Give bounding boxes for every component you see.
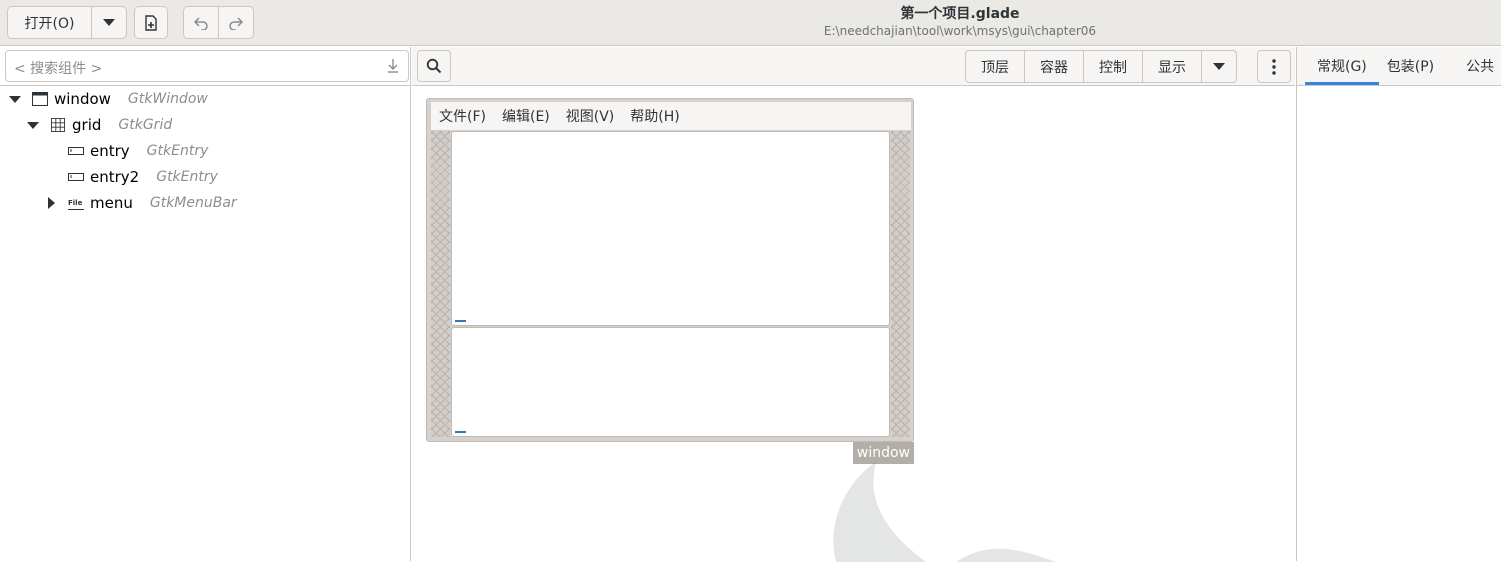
tree-row-entry[interactable]: entry GtkEntry: [60, 138, 208, 164]
tree-name: window: [54, 90, 111, 108]
tree-class: GtkEntry: [156, 169, 218, 185]
search-icon: [426, 58, 442, 74]
property-tabs: 常规(G) 包装(P) 公共: [1297, 47, 1501, 86]
tab-packing[interactable]: 包装(P): [1379, 47, 1446, 85]
expander-down-icon[interactable]: [8, 92, 22, 106]
property-panel: 常规(G) 包装(P) 公共: [1296, 47, 1501, 561]
menu-file[interactable]: 文件(F): [431, 106, 494, 126]
vertical-dots-icon: [1272, 58, 1276, 75]
tree-class: GtkMenuBar: [149, 195, 237, 211]
tree-name: entry2: [90, 168, 140, 186]
open-button[interactable]: 打开(O): [7, 6, 92, 39]
entry-icon: [68, 147, 84, 155]
palette-display-button[interactable]: 显示: [1143, 50, 1202, 83]
design-window[interactable]: 文件(F) 编辑(E) 视图(V) 帮助(H) window: [426, 98, 914, 464]
tree-row-entry2[interactable]: entry2 GtkEntry: [60, 164, 218, 190]
palette-containers-button[interactable]: 容器: [1025, 50, 1084, 83]
tree-name: menu: [90, 194, 133, 212]
open-recent-dropdown[interactable]: [91, 6, 127, 39]
tree-name: entry: [90, 142, 130, 160]
menu-help[interactable]: 帮助(H): [622, 106, 687, 126]
redo-button[interactable]: [218, 6, 254, 39]
tab-common[interactable]: 公共: [1446, 47, 1501, 85]
undo-button[interactable]: [183, 6, 219, 39]
tree-class: GtkEntry: [146, 143, 209, 159]
palette-search-button[interactable]: [417, 50, 451, 82]
design-entry2[interactable]: [451, 327, 890, 437]
open-button-label: 打开(O): [24, 15, 75, 32]
palette-toplevels-button[interactable]: 顶层: [965, 50, 1025, 83]
grid-placeholder-left[interactable]: [431, 131, 450, 437]
grid-icon: [51, 118, 65, 132]
grid-placeholder-right[interactable]: [891, 131, 910, 437]
menu-edit[interactable]: 编辑(E): [494, 106, 558, 126]
text-cursor: [455, 320, 466, 322]
new-project-button[interactable]: [134, 6, 168, 39]
widget-tree-panel: < 搜索组件 > window GtkWindow grid GtkGrid e…: [0, 47, 411, 561]
palette-label: 控制: [1099, 59, 1127, 76]
palette-group: 顶层 容器 控制 显示: [965, 50, 1237, 83]
redo-icon: [229, 16, 244, 30]
tree-class: GtkWindow: [127, 91, 208, 107]
palette-label: 顶层: [981, 59, 1009, 76]
expander-right-icon[interactable]: [44, 196, 58, 210]
tab-label: 包装(P): [1386, 59, 1435, 75]
palette-more-dropdown[interactable]: [1202, 50, 1237, 83]
tab-label: 常规(G): [1317, 59, 1367, 75]
tab-general[interactable]: 常规(G): [1297, 47, 1379, 85]
palette-label: 显示: [1158, 59, 1186, 76]
glade-watermark-icon: [833, 462, 1056, 562]
design-window-name-tag: window: [852, 442, 914, 464]
window-title: 第一个项目.glade E:\needchajian\tool\work\msy…: [760, 6, 1160, 39]
design-entry[interactable]: [451, 131, 890, 326]
find-down-icon[interactable]: [384, 57, 402, 75]
design-workspace: 顶层 容器 控制 显示 文件(F) 编辑(E) 视图(V) 帮助(H) wind…: [412, 47, 1295, 562]
tree-row-grid[interactable]: grid GtkGrid: [26, 112, 172, 138]
entry-icon: [68, 173, 84, 181]
tab-label: 公共: [1466, 59, 1495, 75]
menubar-icon: File: [68, 196, 84, 210]
palette-control-button[interactable]: 控制: [1084, 50, 1143, 83]
palette-label: 容器: [1040, 59, 1068, 76]
tree-row-menu[interactable]: File menu GtkMenuBar: [44, 190, 237, 216]
text-cursor: [455, 431, 466, 433]
palette-toolbar: 顶层 容器 控制 显示: [412, 47, 1295, 86]
chevron-down-icon: [1213, 63, 1225, 70]
new-document-icon: [145, 14, 157, 31]
undo-icon: [193, 16, 208, 30]
project-title: 第一个项目.glade: [900, 6, 1020, 22]
menu-view[interactable]: 视图(V): [558, 106, 623, 126]
widget-search-placeholder: < 搜索组件 >: [14, 61, 103, 77]
tree-name: grid: [72, 116, 102, 134]
expander-down-icon[interactable]: [26, 118, 40, 132]
tree-class: GtkGrid: [118, 117, 173, 133]
tree-row-window[interactable]: window GtkWindow: [8, 86, 208, 112]
widget-search-input[interactable]: < 搜索组件 >: [5, 50, 409, 82]
project-path: E:\needchajian\tool\work\msys\gui\chapte…: [823, 24, 1097, 38]
design-menubar[interactable]: 文件(F) 编辑(E) 视图(V) 帮助(H): [431, 102, 911, 130]
chevron-down-icon: [103, 19, 115, 26]
main-menu-button[interactable]: [1257, 50, 1291, 83]
window-icon: [32, 92, 48, 106]
header-bar: 打开(O) 第一个项目.glade E:\needchajian\tool\wo…: [0, 0, 1501, 46]
